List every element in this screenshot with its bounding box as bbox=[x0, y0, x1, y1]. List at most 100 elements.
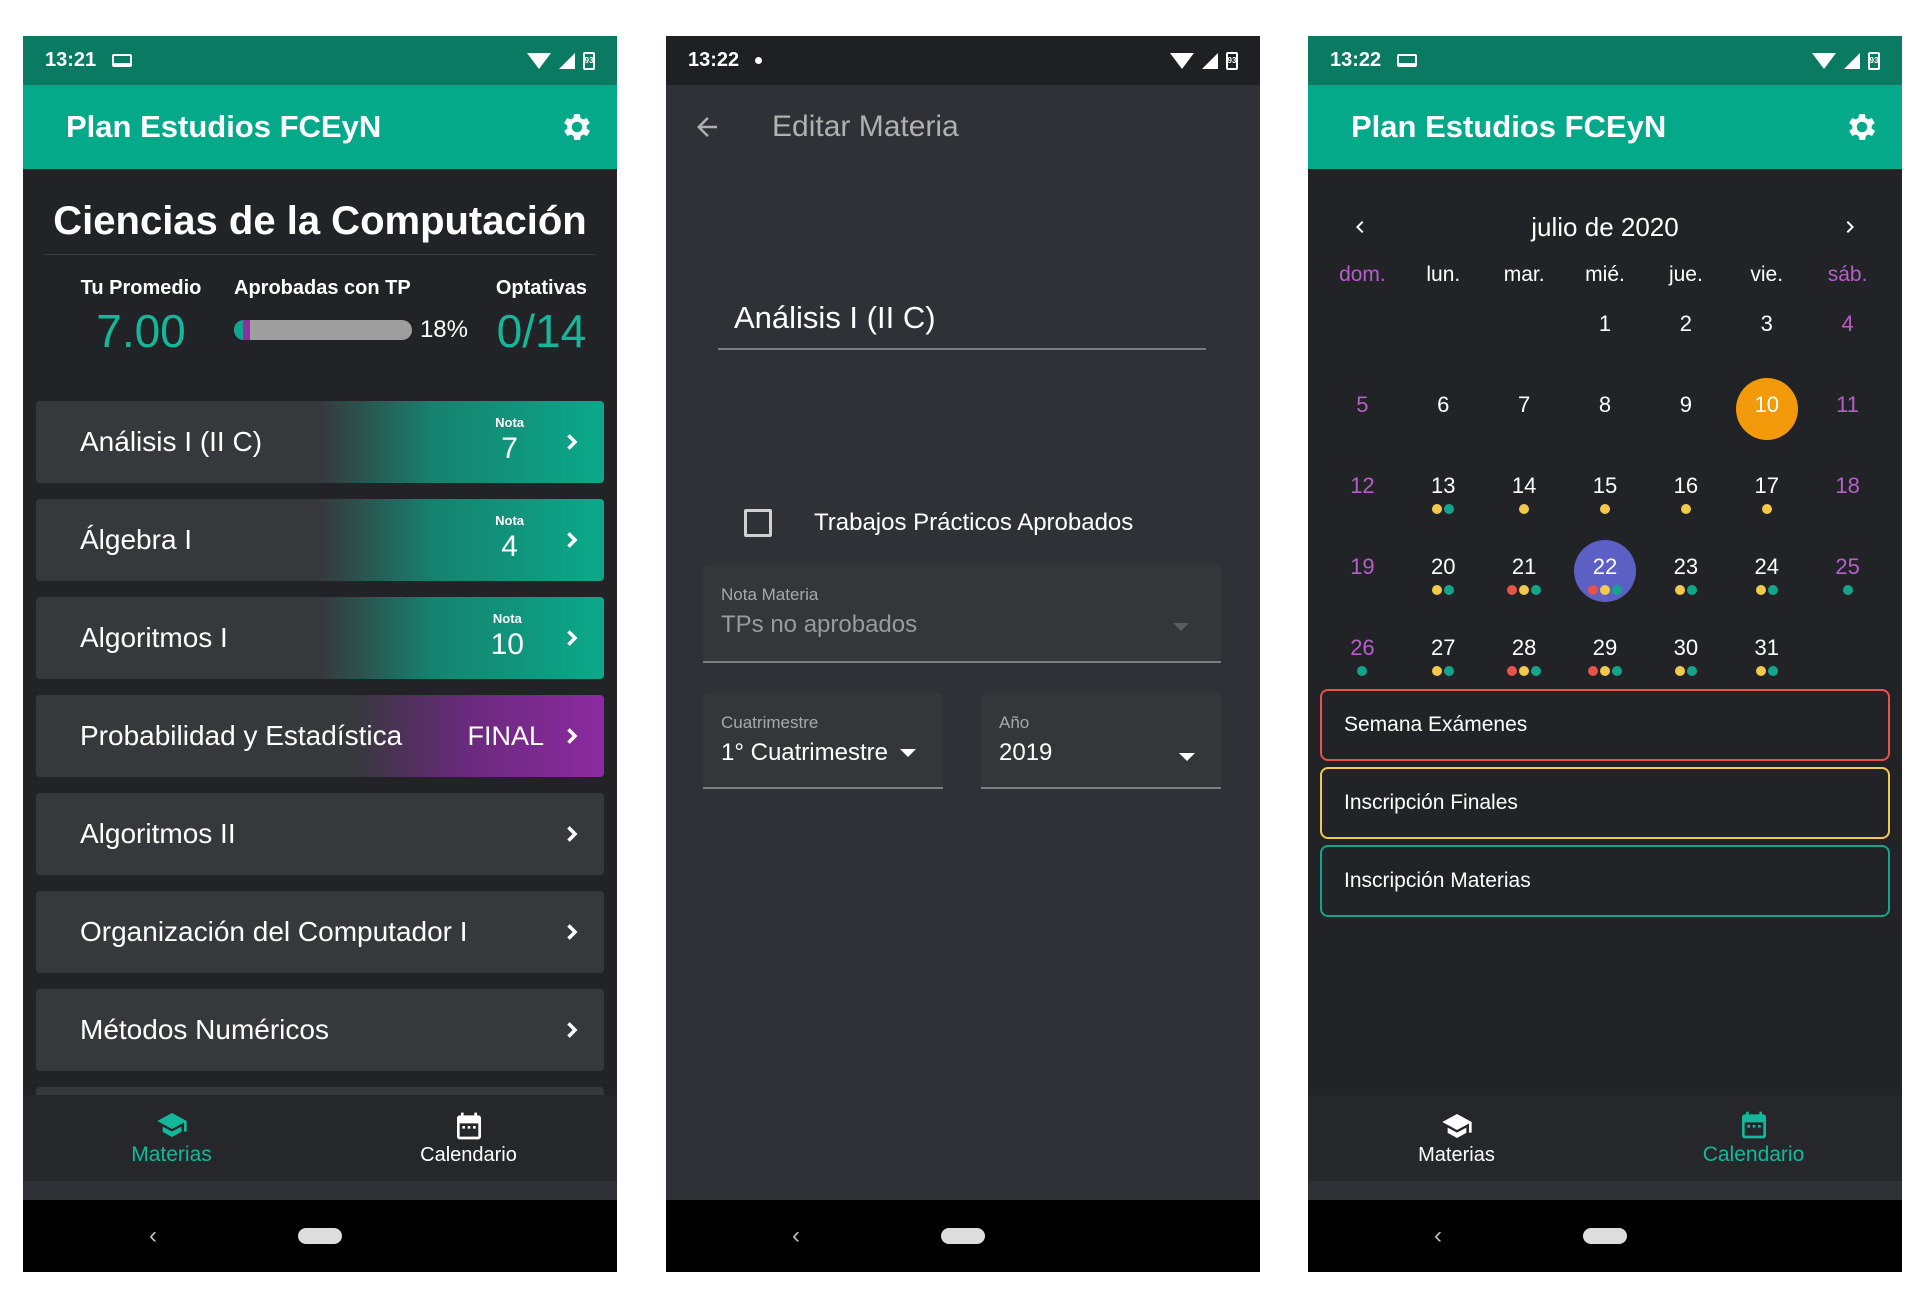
nav-calendar[interactable]: Calendario bbox=[1605, 1095, 1902, 1181]
event-card[interactable]: Inscripción Finales bbox=[1320, 767, 1890, 839]
calendar-day[interactable]: 19 bbox=[1322, 530, 1403, 611]
day-number: 19 bbox=[1350, 554, 1375, 579]
year-select[interactable]: Año 2019 bbox=[981, 693, 1221, 789]
event-dot bbox=[1767, 585, 1778, 595]
calendar-day[interactable]: 27 bbox=[1403, 611, 1484, 692]
system-back-icon[interactable]: ‹ bbox=[1434, 1222, 1442, 1250]
calendar-day[interactable]: 14 bbox=[1484, 449, 1565, 530]
calendar-day[interactable]: 31 bbox=[1726, 611, 1807, 692]
system-nav-bar: ‹ bbox=[1308, 1200, 1902, 1272]
system-back-icon[interactable]: ‹ bbox=[149, 1222, 157, 1250]
calendar-day[interactable]: 1 bbox=[1565, 287, 1646, 368]
calendar-day[interactable]: 23 bbox=[1645, 530, 1726, 611]
calendar-day[interactable]: 17 bbox=[1726, 449, 1807, 530]
event-dot bbox=[1519, 504, 1530, 514]
calendar-day[interactable]: 29 bbox=[1565, 611, 1646, 692]
subject-row[interactable]: Algoritmos I Nota 10 bbox=[36, 597, 604, 679]
tp-checkbox-row[interactable]: Trabajos Prácticos Aprobados bbox=[744, 509, 1133, 537]
calendar-day[interactable]: 11 bbox=[1807, 368, 1888, 449]
grade-select[interactable]: Nota Materia TPs no aprobados bbox=[703, 565, 1221, 663]
event-card[interactable]: Inscripción Materias bbox=[1320, 845, 1890, 917]
nav-subjects[interactable]: Materias bbox=[23, 1095, 320, 1181]
calendar-day[interactable]: 21 bbox=[1484, 530, 1565, 611]
calendar-day[interactable]: 8 bbox=[1565, 368, 1646, 449]
calendar-day[interactable]: 12 bbox=[1322, 449, 1403, 530]
subject-row[interactable]: Análisis I (II C) Nota 7 bbox=[36, 401, 604, 483]
calendar-week: 19 20 21 22 23 24 25 bbox=[1308, 530, 1902, 611]
subject-name-field[interactable]: Análisis I (II C) bbox=[718, 300, 1206, 350]
event-dot bbox=[1755, 585, 1766, 595]
event-dot bbox=[1444, 585, 1455, 595]
calendar-day[interactable]: 9 bbox=[1645, 368, 1726, 449]
app-bar: Plan Estudios FCEyN bbox=[23, 85, 617, 169]
subject-row[interactable]: Organización del Computador I bbox=[36, 891, 604, 973]
weekday-label: vie. bbox=[1750, 263, 1784, 286]
event-dots bbox=[1403, 666, 1484, 676]
arrow-left-icon[interactable] bbox=[692, 112, 722, 142]
chevron-right-icon bbox=[558, 1016, 586, 1044]
subjects-content: Ciencias de la Computación Tu Promedio 7… bbox=[23, 169, 617, 1181]
calendar-day bbox=[1807, 611, 1888, 692]
nav-calendar[interactable]: Calendario bbox=[320, 1095, 617, 1181]
calendar-day[interactable]: 7 bbox=[1484, 368, 1565, 449]
calendar-day[interactable]: 13 bbox=[1403, 449, 1484, 530]
subject-row[interactable]: Probabilidad y Estadística FINAL bbox=[36, 695, 604, 777]
day-number: 10 bbox=[1754, 392, 1779, 417]
calendar-day[interactable]: 28 bbox=[1484, 611, 1565, 692]
calendar-day[interactable]: 4 bbox=[1807, 287, 1888, 368]
calendar-day[interactable]: 25 bbox=[1807, 530, 1888, 611]
grade-badge: Nota 10 bbox=[491, 611, 524, 662]
event-dot bbox=[1531, 666, 1542, 676]
chevron-right-icon[interactable] bbox=[1838, 215, 1862, 239]
system-back-icon[interactable]: ‹ bbox=[792, 1222, 800, 1250]
weekday-label: dom. bbox=[1339, 263, 1386, 286]
term-select[interactable]: Cuatrimestre 1° Cuatrimestre bbox=[703, 693, 943, 789]
calendar-day[interactable]: 6 bbox=[1403, 368, 1484, 449]
nav-subjects-label: Materias bbox=[1418, 1143, 1495, 1166]
calendar-day[interactable]: 30 bbox=[1645, 611, 1726, 692]
calendar-week: 26 27 28 29 30 31 bbox=[1308, 611, 1902, 692]
event-dots bbox=[1726, 504, 1807, 514]
day-number: 20 bbox=[1431, 554, 1456, 579]
day-number: 31 bbox=[1754, 635, 1779, 660]
calendar-day[interactable]: 18 bbox=[1807, 449, 1888, 530]
system-home-pill[interactable] bbox=[941, 1228, 985, 1244]
signal-icon bbox=[1844, 52, 1860, 69]
event-dot bbox=[1612, 585, 1622, 595]
event-dots bbox=[1565, 585, 1646, 595]
system-nav-bar: ‹ bbox=[666, 1200, 1260, 1272]
calendar-day[interactable]: 5 bbox=[1322, 368, 1403, 449]
calendar-day[interactable]: 2 bbox=[1645, 287, 1726, 368]
event-dot bbox=[1680, 504, 1691, 514]
calendar-day[interactable]: 22 bbox=[1565, 530, 1646, 611]
app-title: Plan Estudios FCEyN bbox=[66, 109, 382, 144]
system-home-pill[interactable] bbox=[298, 1228, 342, 1244]
subjects-screen: 13:21 93 Plan Estudios FCEyN Ciencias de… bbox=[23, 36, 617, 1272]
calendar-day[interactable]: 20 bbox=[1403, 530, 1484, 611]
calendar-day[interactable]: 10 bbox=[1726, 368, 1807, 449]
electives-value: 0/14 bbox=[496, 305, 587, 357]
day-number: 26 bbox=[1350, 635, 1375, 660]
gear-icon[interactable] bbox=[559, 109, 595, 145]
system-home-pill[interactable] bbox=[1583, 1228, 1627, 1244]
subject-row[interactable]: Algoritmos II bbox=[36, 793, 604, 875]
subject-row[interactable]: Álgebra I Nota 4 bbox=[36, 499, 604, 581]
event-dots bbox=[1645, 504, 1726, 514]
day-number: 14 bbox=[1511, 473, 1537, 498]
calendar-day[interactable]: 16 bbox=[1645, 449, 1726, 530]
status-time: 13:22 bbox=[1330, 49, 1382, 71]
event-dot bbox=[1674, 585, 1685, 595]
chevron-left-icon[interactable] bbox=[1348, 215, 1372, 239]
gear-icon[interactable] bbox=[1844, 109, 1880, 145]
degree-title: Ciencias de la Computación bbox=[45, 169, 595, 255]
event-card[interactable]: Semana Exámenes bbox=[1320, 689, 1890, 761]
day-number: 24 bbox=[1754, 554, 1779, 579]
subject-row[interactable]: Métodos Numéricos bbox=[36, 989, 604, 1071]
calendar-day[interactable]: 15 bbox=[1565, 449, 1646, 530]
calendar-day[interactable]: 24 bbox=[1726, 530, 1807, 611]
nav-subjects[interactable]: Materias bbox=[1308, 1095, 1605, 1181]
event-dots bbox=[1484, 666, 1565, 676]
calendar-day[interactable]: 3 bbox=[1726, 287, 1807, 368]
tp-checkbox[interactable] bbox=[744, 509, 772, 537]
calendar-day[interactable]: 26 bbox=[1322, 611, 1403, 692]
